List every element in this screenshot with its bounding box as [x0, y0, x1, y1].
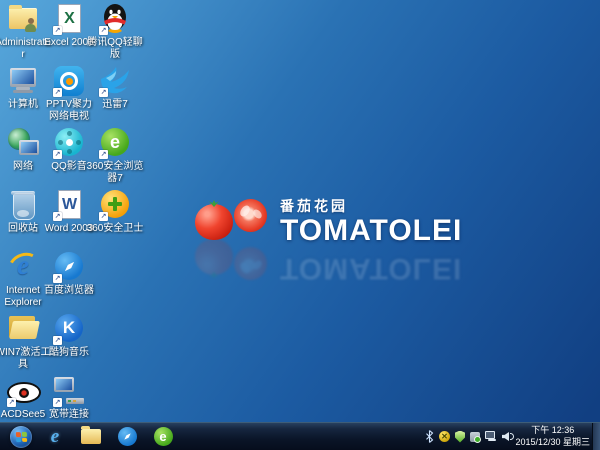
shortcut-arrow-icon [53, 336, 62, 345]
compass-icon [118, 427, 137, 446]
network-globe-icon [6, 126, 40, 160]
shortcut-arrow-icon [99, 88, 108, 97]
desktop-icon-pptv[interactable]: PPTV聚力 网络电视 [46, 64, 92, 123]
shortcut-arrow-icon [99, 212, 108, 221]
shortcut-arrow-icon [53, 274, 62, 283]
desktop[interactable]: Administrator 计算机 网络 回收站 e Internet Expl… [0, 0, 600, 450]
folder-icon [81, 429, 101, 444]
taskbar-internet-explorer[interactable]: e [38, 423, 72, 450]
shortcut-arrow-icon [53, 212, 62, 221]
icon-label: 宽带连接 [40, 409, 98, 421]
shortcut-arrow-icon [53, 88, 62, 97]
icon-label: 酷狗音乐 [40, 347, 98, 359]
desktop-icon-kugou-music[interactable]: K 酷狗音乐 [46, 312, 92, 359]
desktop-icon-broadband[interactable]: 宽带连接 [46, 374, 92, 421]
browser-e-icon: e [154, 427, 173, 446]
film-reel-icon [52, 126, 86, 160]
xunlei-bird-icon [98, 64, 132, 98]
360-shield-tray-icon[interactable] [455, 431, 465, 443]
word-icon: W [52, 188, 86, 222]
computer-icon [6, 64, 40, 98]
clock-date: 2015/12/30 星期三 [515, 436, 590, 448]
taskbar-baidu-browser[interactable] [110, 423, 144, 450]
user-folder-icon [6, 2, 40, 36]
tomato-icon [195, 204, 233, 240]
logo-reflection: TOMATOLEI [192, 243, 482, 283]
desktop-icon-internet-explorer[interactable]: e Internet Explorer [0, 250, 46, 309]
kugou-icon: K [52, 312, 86, 346]
desktop-icon-administrator[interactable]: Administrator [0, 2, 46, 61]
excel-icon: X [52, 2, 86, 36]
windows-orb-icon [10, 426, 32, 448]
desktop-icon-xunlei-7[interactable]: 迅雷7 [92, 64, 138, 111]
taskbar-explorer[interactable] [74, 423, 108, 450]
tomato-slice-icon [234, 199, 267, 232]
compass-icon [52, 250, 86, 284]
system-tray: ✕ [425, 423, 514, 450]
shortcut-arrow-icon [99, 26, 108, 35]
volume-tray-icon[interactable] [502, 431, 514, 442]
start-button[interactable] [4, 423, 38, 450]
icon-label: 腾讯QQ轻聊版 [86, 37, 144, 61]
shortcut-arrow-icon [53, 150, 62, 159]
bluetooth-icon[interactable] [425, 430, 434, 443]
browser-e-icon: e [98, 126, 132, 160]
ie-icon: e [51, 426, 59, 448]
desktop-icon-360-safeguard[interactable]: 360安全卫士 [92, 188, 138, 235]
recycle-bin-icon [6, 188, 40, 222]
taskbar: e e ✕ 下午 12:36 2015/12/30 星期三 [0, 422, 600, 450]
eye-icon [6, 374, 40, 408]
update-tray-icon[interactable] [470, 432, 480, 442]
desktop-icon-win7-activator[interactable]: WIN7激活工具 [0, 312, 46, 371]
open-folder-icon [6, 312, 40, 346]
internet-explorer-icon: e [6, 250, 40, 284]
icon-label: 百度浏览器 [40, 285, 98, 297]
shortcut-arrow-icon [99, 150, 108, 159]
icon-label: 360安全卫士 [86, 223, 144, 235]
icon-label: 360安全浏览器7 [86, 161, 144, 185]
show-desktop-button[interactable] [592, 423, 600, 450]
shortcut-arrow-icon [7, 398, 16, 407]
shortcut-arrow-icon [53, 398, 62, 407]
pptv-icon [52, 64, 86, 98]
desktop-icon-baidu-browser[interactable]: 百度浏览器 [46, 250, 92, 297]
logo-title-cn: 番茄花园 [280, 196, 462, 216]
qq-penguin-icon [98, 2, 132, 36]
icon-label: 迅雷7 [86, 99, 144, 111]
taskbar-360-browser[interactable]: e [146, 423, 180, 450]
desktop-icon-360-browser-7[interactable]: e 360安全浏览器7 [92, 126, 138, 185]
broadband-icon [52, 374, 86, 408]
clock-time: 下午 12:36 [515, 424, 590, 436]
wallpaper-logo: 番茄花园 TOMATOLEI TOMATOLEI [192, 196, 482, 262]
taskbar-clock[interactable]: 下午 12:36 2015/12/30 星期三 [515, 424, 590, 450]
shield-plus-icon [98, 188, 132, 222]
logo-title-en: TOMATOLEI [280, 216, 462, 246]
antivirus-tray-icon[interactable]: ✕ [439, 431, 450, 442]
shortcut-arrow-icon [53, 26, 62, 35]
network-tray-icon[interactable] [485, 431, 497, 442]
desktop-icon-qq-light[interactable]: 腾讯QQ轻聊版 [92, 2, 138, 61]
